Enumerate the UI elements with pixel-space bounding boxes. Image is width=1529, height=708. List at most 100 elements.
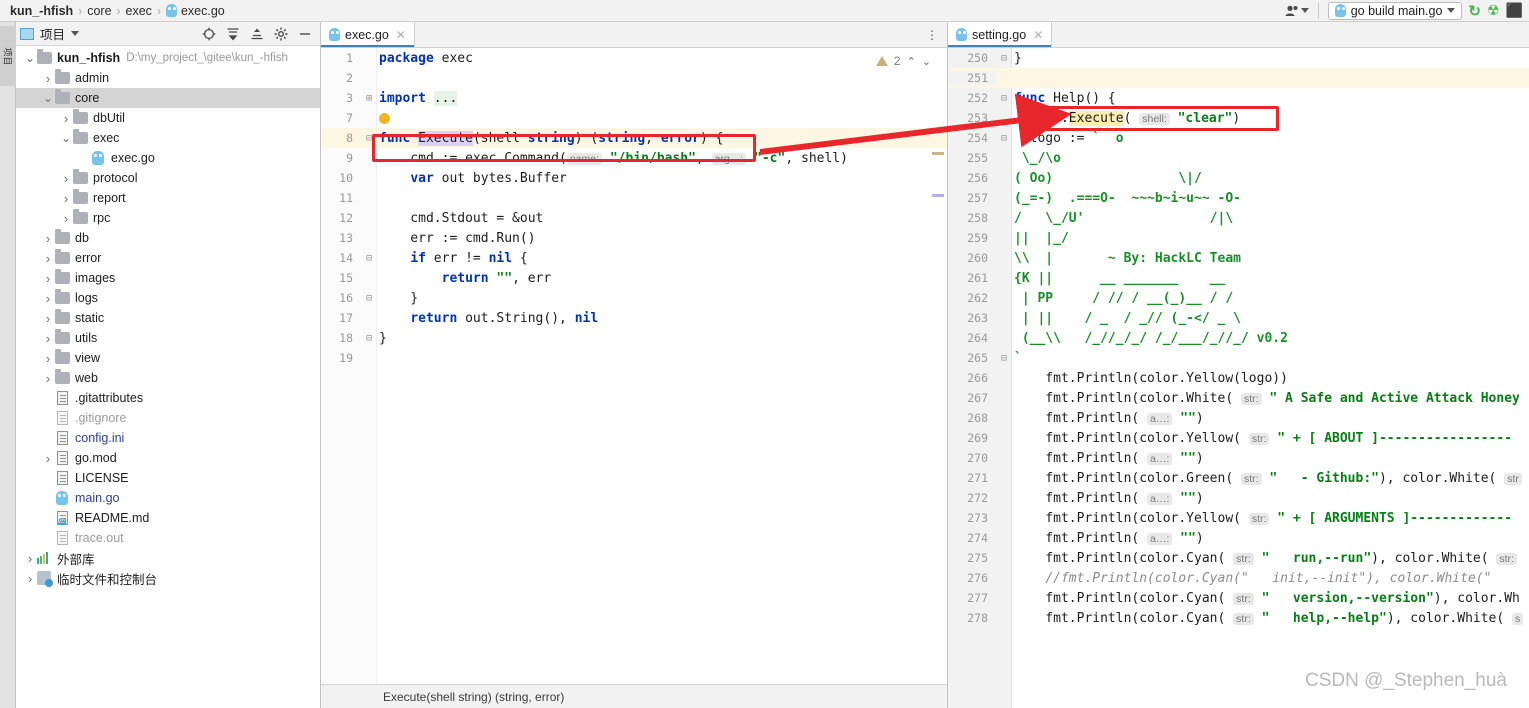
code-line[interactable]: 278 fmt.Println(color.Cyan( str: " help,… bbox=[948, 608, 1529, 628]
chevron-down-icon[interactable]: ⌄ bbox=[922, 55, 931, 68]
code-line[interactable]: 3 ⊞ import ... bbox=[321, 88, 947, 108]
tree-node-go.mod[interactable]: › go.mod bbox=[16, 448, 320, 468]
chevron-right-icon[interactable]: › bbox=[42, 231, 54, 246]
tree-node-web[interactable]: › web bbox=[16, 368, 320, 388]
chevron-right-icon[interactable]: › bbox=[42, 351, 54, 366]
code-line[interactable]: 250 ⊟} bbox=[948, 48, 1529, 68]
code-line[interactable]: 15 return "", err bbox=[321, 268, 947, 288]
tree-node-.gitignore[interactable]: .gitignore bbox=[16, 408, 320, 428]
tab-setting-go[interactable]: setting.go ✕ bbox=[948, 22, 1053, 47]
chevron-up-icon[interactable]: ⌃ bbox=[907, 55, 916, 68]
code-line[interactable]: 254 ⊟ logo := ` o bbox=[948, 128, 1529, 148]
tree-node-view[interactable]: › view bbox=[16, 348, 320, 368]
tree-node-dbutil[interactable]: › dbUtil bbox=[16, 108, 320, 128]
tab-exec-go[interactable]: exec.go ✕ bbox=[321, 22, 415, 47]
hide-panel-icon[interactable] bbox=[297, 26, 312, 41]
code-line[interactable]: 1 package exec bbox=[321, 48, 947, 68]
close-icon[interactable]: ✕ bbox=[1033, 28, 1043, 42]
tree-node-license[interactable]: LICENSE bbox=[16, 468, 320, 488]
code-fold-icon[interactable]: ⊞ bbox=[361, 93, 377, 104]
chevron-right-icon[interactable]: › bbox=[42, 251, 54, 266]
tree-node-exec.go[interactable]: exec.go bbox=[16, 148, 320, 168]
chevron-right-icon[interactable]: › bbox=[24, 551, 36, 566]
code-line[interactable]: 252 ⊟ func Help() { bbox=[948, 88, 1529, 108]
breadcrumb-item-core[interactable]: core bbox=[83, 4, 115, 18]
tree-node-kun-hfish[interactable]: ⌄ kun_-hfish D:\my_project_\gitee\kun_-hfi… bbox=[16, 48, 320, 68]
collapse-all-icon[interactable] bbox=[249, 26, 264, 41]
code-line[interactable]: 268 fmt.Println( a…: "") bbox=[948, 408, 1529, 428]
tree-node-trace.out[interactable]: trace.out bbox=[16, 528, 320, 548]
tree-node-config.ini[interactable]: config.ini bbox=[16, 428, 320, 448]
code-line[interactable]: 263 | || / _ / _// (_-</ _ \ bbox=[948, 308, 1529, 328]
user-profile-icon[interactable] bbox=[1285, 5, 1309, 17]
code-line[interactable]: 277 fmt.Println(color.Cyan( str: " versi… bbox=[948, 588, 1529, 608]
chevron-right-icon[interactable]: › bbox=[42, 291, 54, 306]
code-line[interactable]: 255 \_/\o bbox=[948, 148, 1529, 168]
tree-node-logs[interactable]: › logs bbox=[16, 288, 320, 308]
chevron-right-icon[interactable]: › bbox=[60, 211, 72, 226]
code-line[interactable]: 12 cmd.Stdout = &out bbox=[321, 208, 947, 228]
code-line[interactable]: 270 fmt.Println( a…: "") bbox=[948, 448, 1529, 468]
code-fold-icon[interactable]: ⊟ bbox=[996, 53, 1012, 64]
code-line[interactable]: 266 fmt.Println(color.Yellow(logo)) bbox=[948, 368, 1529, 388]
code-fold-icon[interactable]: ⊟ bbox=[996, 353, 1012, 364]
project-tree[interactable]: ⌄ kun_-hfish D:\my_project_\gitee\kun_-hfi… bbox=[16, 46, 320, 708]
code-line[interactable]: 2 bbox=[321, 68, 947, 88]
tree-node-main.go[interactable]: main.go bbox=[16, 488, 320, 508]
tree-node-report[interactable]: › report bbox=[16, 188, 320, 208]
code-line[interactable]: 259 || |_/ bbox=[948, 228, 1529, 248]
breadcrumb-item-exec-go[interactable]: exec.go bbox=[162, 4, 229, 18]
chevron-right-icon[interactable]: › bbox=[42, 451, 54, 466]
chevron-right-icon[interactable]: › bbox=[42, 311, 54, 326]
tree-node-临时文件和控制台[interactable]: › 临时文件和控制台 bbox=[16, 568, 320, 588]
code-line[interactable]: 253 exec.Execute( shell: "clear") bbox=[948, 108, 1529, 128]
tree-node-readme.md[interactable]: MD README.md bbox=[16, 508, 320, 528]
tree-node-db[interactable]: › db bbox=[16, 228, 320, 248]
rerun-icon[interactable]: ↻ bbox=[1468, 2, 1481, 20]
code-line[interactable]: 18 ⊟} bbox=[321, 328, 947, 348]
tree-node-admin[interactable]: › admin bbox=[16, 68, 320, 88]
more-options-icon[interactable]: ⋮ bbox=[918, 22, 947, 47]
code-line[interactable]: 267 fmt.Println(color.White( str: " A Sa… bbox=[948, 388, 1529, 408]
tree-node-外部库[interactable]: › 外部库 bbox=[16, 548, 320, 568]
code-line[interactable]: 11 bbox=[321, 188, 947, 208]
chevron-right-icon[interactable]: › bbox=[42, 71, 54, 86]
code-line[interactable]: 269 fmt.Println(color.Yellow( str: " + [… bbox=[948, 428, 1529, 448]
code-line[interactable]: 13 err := cmd.Run() bbox=[321, 228, 947, 248]
close-icon[interactable]: ✕ bbox=[396, 28, 406, 42]
expand-all-icon[interactable] bbox=[225, 26, 240, 41]
chevron-down-icon[interactable]: ⌄ bbox=[42, 91, 54, 105]
code-line[interactable]: 275 fmt.Println(color.Cyan( str: " run,-… bbox=[948, 548, 1529, 568]
chevron-right-icon[interactable]: › bbox=[60, 111, 72, 126]
tool-window-button-project[interactable]: 项目 bbox=[0, 26, 16, 86]
stop-icon[interactable]: ⬛ bbox=[1506, 2, 1523, 19]
code-area-left[interactable]: 1 package exec 2 3 ⊞ import ... 7 8 ⊟ func Execut… bbox=[321, 48, 947, 708]
chevron-down-icon[interactable] bbox=[71, 31, 80, 36]
tree-node-exec[interactable]: ⌄ exec bbox=[16, 128, 320, 148]
chevron-right-icon[interactable]: › bbox=[42, 331, 54, 346]
code-fold-icon[interactable]: ⊟ bbox=[361, 133, 377, 144]
tree-node-images[interactable]: › images bbox=[16, 268, 320, 288]
breadcrumb-item-exec[interactable]: exec bbox=[122, 4, 156, 18]
tree-node-rpc[interactable]: › rpc bbox=[16, 208, 320, 228]
code-line[interactable]: 272 fmt.Println( a…: "") bbox=[948, 488, 1529, 508]
code-fold-icon[interactable]: ⊟ bbox=[361, 293, 377, 304]
chevron-down-icon[interactable]: ⌄ bbox=[24, 51, 36, 65]
code-line[interactable]: 16 ⊟ } bbox=[321, 288, 947, 308]
code-line[interactable]: 261 {K || __ _______ __ bbox=[948, 268, 1529, 288]
code-line[interactable]: 271 fmt.Println(color.Green( str: " - Gi… bbox=[948, 468, 1529, 488]
chevron-right-icon[interactable]: › bbox=[60, 191, 72, 206]
code-fold-icon[interactable]: ⊟ bbox=[361, 333, 377, 344]
chevron-right-icon[interactable]: › bbox=[24, 571, 36, 586]
code-line[interactable]: 264 (__\\ /_//_/_/ /_/___/_//_/ v0.2 bbox=[948, 328, 1529, 348]
intention-bulb-icon[interactable] bbox=[379, 112, 390, 124]
code-line[interactable]: 17 return out.String(), nil bbox=[321, 308, 947, 328]
tree-node-error[interactable]: › error bbox=[16, 248, 320, 268]
run-configuration-selector[interactable]: go build main.go bbox=[1327, 1, 1463, 20]
chevron-right-icon[interactable]: › bbox=[42, 371, 54, 386]
code-line[interactable]: 262 | PP / // / __(_)__ / / bbox=[948, 288, 1529, 308]
code-fold-icon[interactable]: ⊟ bbox=[361, 253, 377, 264]
code-line[interactable]: 8 ⊟ func Execute(shell string) (string, er… bbox=[321, 128, 947, 148]
code-line[interactable]: 276 //fmt.Println(color.Cyan(" init,--in… bbox=[948, 568, 1529, 588]
code-line[interactable]: 258 / \_/U' /|\ bbox=[948, 208, 1529, 228]
